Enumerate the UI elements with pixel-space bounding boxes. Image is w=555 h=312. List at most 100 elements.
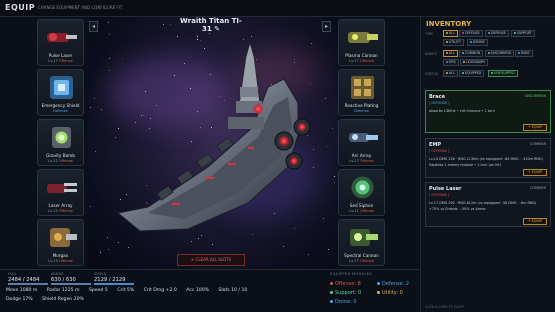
chip-dot-icon bbox=[446, 52, 448, 54]
filter-chip-unequipped[interactable]: UNEQUIPPED bbox=[488, 70, 518, 77]
card-description: Lv.14 DMG 226 · RNG 1130m (vs equipped: … bbox=[429, 157, 543, 161]
chip-label: COMMON bbox=[465, 51, 481, 55]
module-dot-icon bbox=[377, 291, 380, 294]
equip-button[interactable]: + EQUIP bbox=[523, 124, 547, 131]
module-utility: Utility: 0 bbox=[377, 290, 403, 296]
chip-label: OFFENSE bbox=[465, 31, 480, 35]
card-description: Absorbs 136/hit • crit immune • 1 turn bbox=[429, 109, 495, 113]
slot-left-1[interactable]: Pulse Laser Lv.17 Offense bbox=[37, 19, 84, 66]
filter-chip-drone[interactable]: DRONE bbox=[467, 39, 488, 46]
filter-chip-support[interactable]: SUPPORT bbox=[511, 30, 535, 37]
stat-label: HULL bbox=[8, 272, 17, 276]
slot-name: Laser Array bbox=[48, 203, 73, 208]
slot-name: Plasma Cannon bbox=[345, 53, 378, 58]
filter-chip-offense[interactable]: OFFENSE bbox=[459, 30, 483, 37]
filter-chip-equipped[interactable]: EQUIPPED bbox=[459, 70, 485, 77]
slot-level: Lv.15 bbox=[48, 259, 58, 263]
slot-left-2[interactable]: Emergency Shield Defense bbox=[37, 69, 84, 116]
plasma-cannon-icon bbox=[348, 32, 378, 43]
chip-label: UNEQUIPPED bbox=[494, 71, 515, 75]
chip-label: EQUIPPED bbox=[465, 71, 482, 75]
card-description: +75% vs Shields · -50% vs Armor bbox=[429, 207, 486, 211]
slot-right-5[interactable]: Spectral Cannon Lv.17 Offense bbox=[338, 219, 385, 266]
chip-dot-icon bbox=[470, 41, 472, 43]
inventory-hint: CLICK A CARD TO EQUIP bbox=[425, 305, 464, 309]
slot-right-2[interactable]: Reactive Plating Defense bbox=[338, 69, 385, 116]
chip-dot-icon bbox=[446, 32, 448, 34]
filter-row: STATUS ALL EQUIPPED UNEQUIPPED bbox=[425, 70, 552, 78]
slot-right-4[interactable]: Sed Siphon Lv.11 Offense bbox=[338, 169, 385, 216]
inventory-card-pulse-laser[interactable]: Pulse Laser COMMON [ OFFENSE ] Lv.17 DMG 29… bbox=[425, 182, 551, 227]
filter-chip-uncommon[interactable]: UNCOMMON bbox=[485, 50, 514, 57]
slot-left-5[interactable]: Morgan Lv.15 Offense bbox=[37, 219, 84, 266]
module-dot-icon bbox=[377, 282, 380, 285]
card-category: [ OFFENSE ] bbox=[429, 193, 450, 197]
equip-button[interactable]: + EQUIP bbox=[523, 218, 547, 225]
slot-name: Sed Siphon bbox=[349, 203, 374, 208]
stat-dodge: Dodge 17% bbox=[6, 297, 33, 302]
inventory-title: INVENTORY bbox=[426, 20, 472, 28]
card-rarity: UNCOMMON bbox=[524, 94, 546, 98]
prev-ship-button[interactable]: ◂ bbox=[89, 21, 98, 32]
chip-dot-icon bbox=[488, 52, 490, 54]
filter-chip-all[interactable]: ALL bbox=[443, 30, 458, 37]
sed-siphon-icon bbox=[351, 176, 374, 199]
slot-left-3[interactable]: Gravity Bomb Lv.12 Offense bbox=[37, 119, 84, 166]
edit-name-icon[interactable]: ✎ bbox=[214, 25, 220, 33]
slot-name: Emergency Shield bbox=[41, 103, 80, 108]
equipped-modules: EQUIPPED MODULES Offense: 8 Defense: 2 S… bbox=[330, 272, 420, 310]
shield-bar bbox=[94, 283, 134, 285]
chip-label: LEGENDARY bbox=[466, 60, 486, 64]
inventory-card-emp[interactable]: EMP COMMON [ OFFENSE ] Lv.14 DMG 226 · RNG … bbox=[425, 138, 551, 178]
slot-category: Offense bbox=[58, 209, 73, 213]
chip-label: RARE bbox=[521, 51, 530, 55]
slot-left-4[interactable]: Laser Array Lv.15 Offense bbox=[37, 169, 84, 216]
chip-dot-icon bbox=[446, 72, 448, 74]
slot-right-1[interactable]: Plasma Cannon Lv.17 Offense bbox=[338, 19, 385, 66]
chip-dot-icon bbox=[463, 61, 465, 63]
stat-label: SHIELD bbox=[94, 272, 107, 276]
filter-label: RARITY bbox=[425, 52, 438, 56]
chip-dot-icon bbox=[462, 52, 464, 54]
module-defense: Defense: 2 bbox=[377, 281, 409, 287]
card-category: [ DEFENSE ] bbox=[429, 101, 450, 105]
chip-dot-icon bbox=[462, 32, 464, 34]
stats-row-2: Dodge 17% Shield Regen 20% bbox=[6, 297, 92, 302]
chip-label: SUPPORT bbox=[517, 31, 532, 35]
filter-chip-all[interactable]: ALL bbox=[443, 70, 458, 77]
chip-label: DEFENSE bbox=[491, 31, 506, 35]
filter-chip-common[interactable]: COMMON bbox=[459, 50, 484, 57]
filter-chip-utility[interactable]: UTILITY bbox=[443, 39, 464, 46]
filter-chip-rare[interactable]: RARE bbox=[515, 50, 533, 57]
slot-category: Defense bbox=[53, 109, 68, 113]
chip-dot-icon bbox=[514, 32, 516, 34]
module-count: Drone: 0 bbox=[335, 299, 357, 305]
chip-dot-icon bbox=[462, 72, 464, 74]
chip-label: UTILITY bbox=[449, 40, 461, 44]
filter-chip-all[interactable]: ALL bbox=[443, 50, 458, 57]
inventory-card-brace[interactable]: Brace UNCOMMON [ DEFENSE ] Absorbs 136/hit … bbox=[425, 90, 551, 133]
chip-label: DRONE bbox=[473, 40, 485, 44]
card-name: Brace bbox=[429, 94, 446, 100]
chip-label: UNCOMMON bbox=[491, 51, 511, 55]
slot-category: Defense bbox=[354, 109, 369, 113]
equip-button[interactable]: + EQUIP bbox=[523, 169, 547, 176]
module-dot-icon bbox=[330, 282, 333, 285]
clear-all-slots-button[interactable]: ✕ CLEAR ALL SLOTS bbox=[177, 254, 245, 266]
ship-name[interactable]: Wraith Titan TI-31 ✎ bbox=[176, 17, 246, 33]
slot-category: Offense bbox=[359, 209, 374, 213]
pulse-laser-icon bbox=[47, 33, 77, 42]
filter-row: RARITY ALL COMMON UNCOMMON RARE bbox=[425, 50, 552, 58]
filter-chip-legendary[interactable]: LEGENDARY bbox=[460, 59, 489, 66]
slot-name: Morgan bbox=[52, 253, 69, 258]
chip-label: ALL bbox=[449, 71, 455, 75]
next-ship-button[interactable]: ▸ bbox=[322, 21, 331, 32]
stat-move: Move 1080 m bbox=[6, 288, 38, 293]
stat-label: ARMOR bbox=[51, 272, 64, 276]
filter-chip-defense[interactable]: DEFENSE bbox=[485, 30, 509, 37]
slot-right-3[interactable]: Arc Array Lv.17 Offense bbox=[338, 119, 385, 166]
stats-row-1: Move 1080 m Radar 1225 m Speed 5 Crit 5%… bbox=[6, 288, 255, 293]
filter-chip-epic[interactable]: EPIC bbox=[443, 59, 460, 66]
chip-label: ALL bbox=[449, 51, 455, 55]
slot-category: Offense bbox=[359, 259, 374, 263]
